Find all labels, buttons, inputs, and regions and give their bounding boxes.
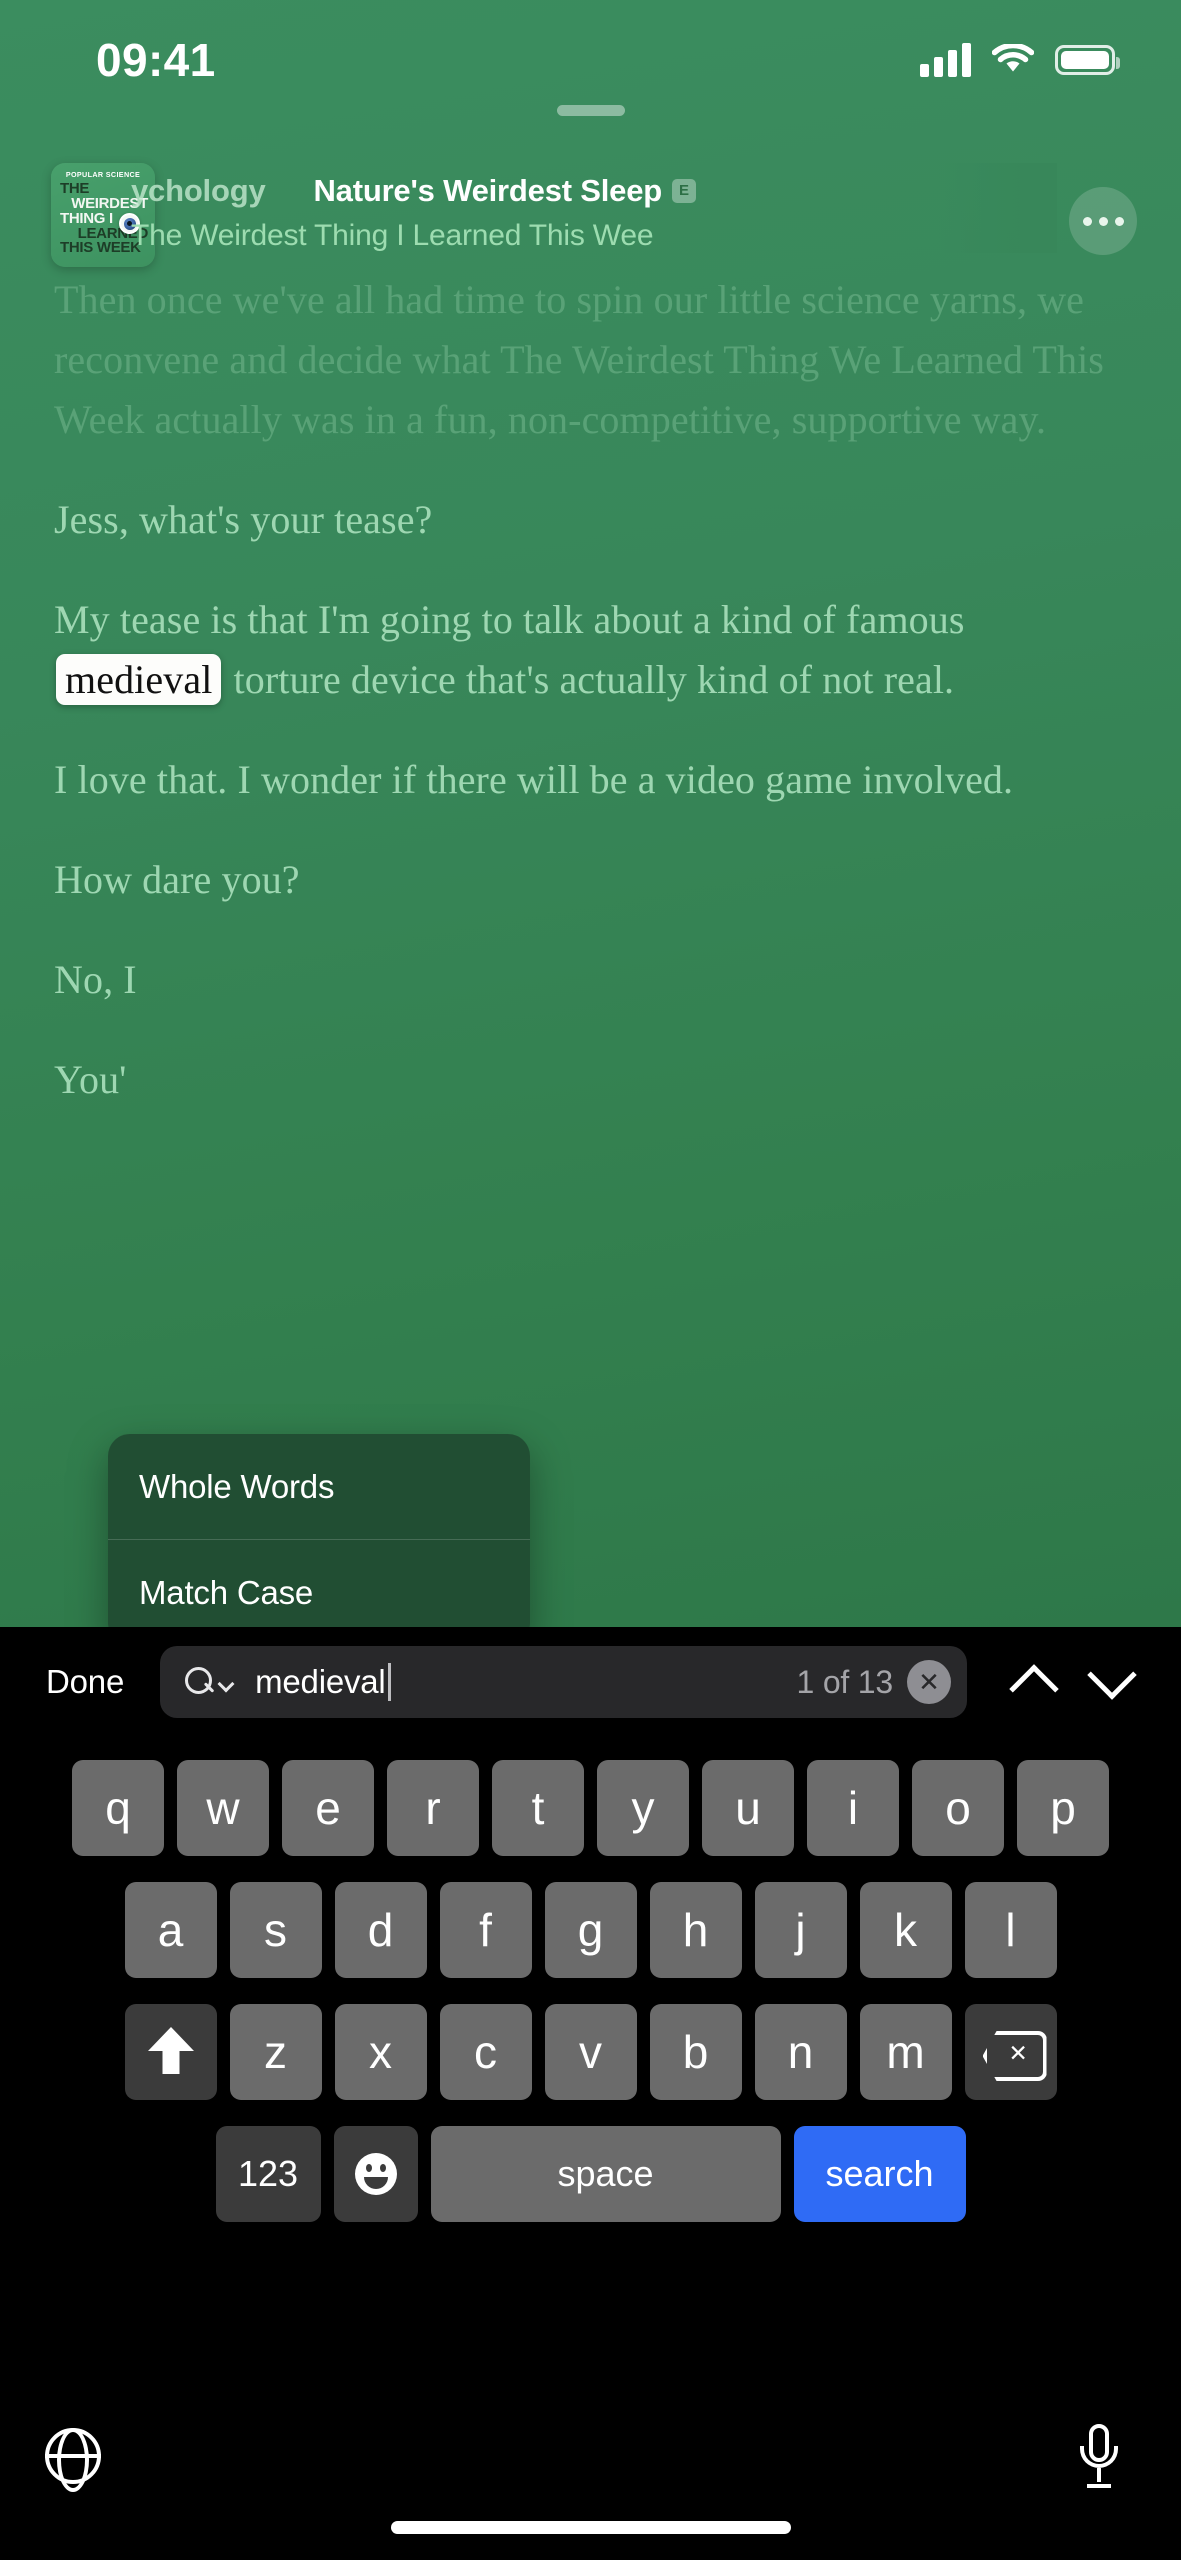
done-button[interactable]: Done <box>32 1663 138 1701</box>
search-options-menu[interactable]: Whole Words Match Case <box>108 1434 530 1627</box>
shift-key[interactable] <box>124 2004 217 2100</box>
key-d[interactable]: d <box>334 1882 427 1978</box>
chevron-down-icon[interactable] <box>219 1678 233 1687</box>
transcript-text-before-match: My tease is that I'm going to talk about… <box>54 597 965 642</box>
globe-icon[interactable] <box>45 2428 101 2484</box>
episode-title-row: ychology Nature's Weirdest Sleep E <box>131 173 1057 209</box>
status-bar-time: 09:41 <box>96 34 216 86</box>
key-k[interactable]: k <box>859 1882 952 1978</box>
battery-full-icon <box>1055 45 1120 75</box>
search-query-value: medieval <box>255 1663 391 1701</box>
ellipsis-icon <box>1098 216 1108 226</box>
explicit-badge: E <box>671 179 696 203</box>
ellipsis-icon <box>1082 216 1092 226</box>
key-o[interactable]: o <box>912 1760 1004 1856</box>
transcript-paragraph: I love that. I wonder if there will be a… <box>54 757 1014 802</box>
match-counter: 1 of 13 <box>796 1663 894 1700</box>
key-x[interactable]: x <box>334 2004 427 2100</box>
show-name: The Weirdest Thing I Learned This Wee <box>131 219 654 252</box>
backspace-key[interactable]: ✕ <box>964 2004 1057 2100</box>
key-f[interactable]: f <box>439 1882 532 1978</box>
transcript-paragraph: Jess, what's your tease? <box>54 497 433 542</box>
search-icon[interactable] <box>184 1666 216 1698</box>
key-v[interactable]: v <box>544 2004 637 2100</box>
cellular-bars-icon <box>920 43 971 77</box>
show-name-row: The Weirdest Thing I Learned This Wee <box>131 219 1057 253</box>
status-bar-indicators <box>920 43 1120 77</box>
search-match-highlight[interactable]: medieval <box>56 654 222 705</box>
transcript-text-after-match: torture device that's actually kind of n… <box>223 657 955 702</box>
transcript-paragraph: No, I <box>54 957 137 1002</box>
episode-header: POPULAR SCIENCE THE WEIRDEST THING I LEA… <box>0 163 1181 267</box>
microphone-icon[interactable] <box>1080 2424 1118 2488</box>
on-screen-keyboard: q w e r t y u i o p a s d f g h j k l z … <box>0 1737 1181 2560</box>
transcript-paragraph-with-match: My tease is that I'm going to talk about… <box>54 590 1127 710</box>
key-r[interactable]: r <box>387 1760 479 1856</box>
search-return-key[interactable]: search <box>793 2126 966 2222</box>
more-options-button[interactable] <box>1069 187 1137 255</box>
menu-item-match-case[interactable]: Match Case <box>108 1540 530 1627</box>
key-e[interactable]: e <box>282 1760 374 1856</box>
transcript-paragraph: How dare you? <box>54 857 300 902</box>
previous-match-button[interactable] <box>997 1645 1071 1719</box>
keyboard-row-3: z x c v b n m ✕ <box>0 2004 1181 2100</box>
emoji-smiley-icon <box>354 2153 397 2195</box>
key-t[interactable]: t <box>492 1760 584 1856</box>
find-bar: Done medieval 1 of 13 ✕ <box>0 1627 1181 1737</box>
keyboard-row-2: a s d f g h j k l <box>0 1882 1181 1978</box>
episode-title: Nature's Weirdest Sleep <box>313 173 662 208</box>
backspace-icon: ✕ <box>983 2031 1039 2073</box>
emoji-key[interactable] <box>333 2126 418 2222</box>
key-z[interactable]: z <box>229 2004 322 2100</box>
space-key[interactable]: space <box>430 2126 781 2222</box>
key-n[interactable]: n <box>754 2004 847 2100</box>
key-g[interactable]: g <box>544 1882 637 1978</box>
mic-base <box>1087 2484 1111 2488</box>
key-u[interactable]: u <box>702 1760 794 1856</box>
key-q[interactable]: q <box>72 1760 164 1856</box>
keyboard-row-1: q w e r t y u i o p <box>0 1760 1181 1856</box>
mic-stem <box>1097 2468 1101 2482</box>
transcript-paragraph: Then once we've all had time to spin our… <box>54 277 1104 442</box>
key-w[interactable]: w <box>177 1760 269 1856</box>
key-s[interactable]: s <box>229 1882 322 1978</box>
podcast-player-screen: 09:41 POPULAR SCIENCE THE WEIRDEST THING… <box>0 0 1181 1627</box>
key-b[interactable]: b <box>649 2004 742 2100</box>
episode-text-block: ychology Nature's Weirdest Sleep E The W… <box>131 163 1057 253</box>
keyboard-row-4: 123 space search <box>0 2126 1181 2222</box>
transcript-paragraph: You' <box>54 1057 127 1102</box>
status-bar: 09:41 <box>0 0 1181 120</box>
key-m[interactable]: m <box>859 2004 952 2100</box>
sheet-grabber-handle[interactable] <box>556 105 625 116</box>
key-p[interactable]: p <box>1017 1760 1109 1856</box>
numbers-key[interactable]: 123 <box>215 2126 321 2222</box>
shift-arrow-icon <box>148 2027 194 2077</box>
key-a[interactable]: a <box>124 1882 217 1978</box>
key-l[interactable]: l <box>964 1882 1057 1978</box>
key-j[interactable]: j <box>754 1882 847 1978</box>
wifi-icon <box>992 44 1034 72</box>
key-i[interactable]: i <box>807 1760 899 1856</box>
text-cursor <box>387 1663 391 1701</box>
key-c[interactable]: c <box>439 2004 532 2100</box>
keyboard-accessory-row <box>0 2402 1181 2560</box>
search-query-text: medieval <box>255 1663 386 1700</box>
episode-previous-fragment: ychology <box>131 173 266 208</box>
key-h[interactable]: h <box>649 1882 742 1978</box>
clear-search-button[interactable]: ✕ <box>907 1660 951 1704</box>
key-y[interactable]: y <box>597 1760 689 1856</box>
menu-item-whole-words[interactable]: Whole Words <box>108 1434 530 1539</box>
next-match-button[interactable] <box>1075 1645 1149 1719</box>
mic-arc <box>1080 2446 1118 2468</box>
ellipsis-icon <box>1114 216 1124 226</box>
search-input[interactable]: medieval 1 of 13 ✕ <box>160 1646 967 1718</box>
transcript-body[interactable]: Then once we've all had time to spin our… <box>0 270 1181 1150</box>
home-indicator[interactable] <box>390 2521 791 2534</box>
